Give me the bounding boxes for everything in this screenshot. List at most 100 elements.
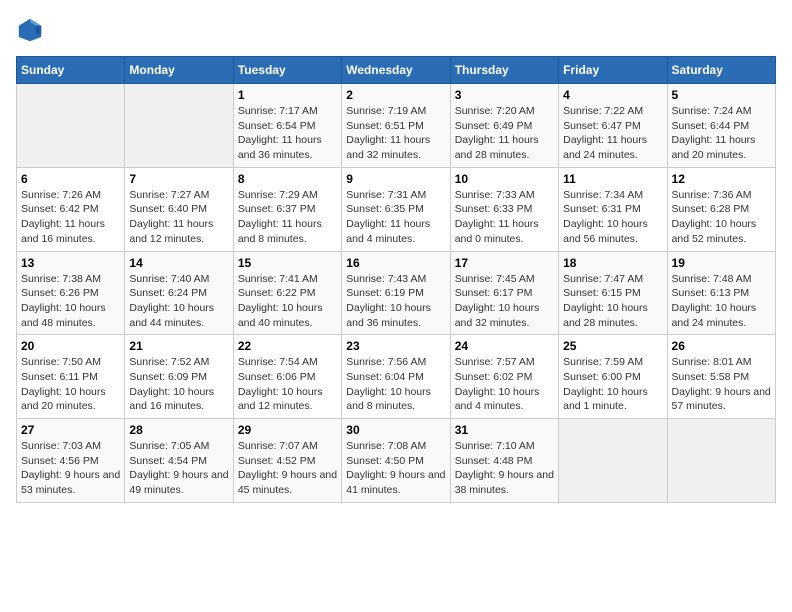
weekday-header-tuesday: Tuesday: [233, 57, 341, 84]
day-number: 11: [563, 172, 662, 186]
day-detail: Sunrise: 7:10 AMSunset: 4:48 PMDaylight:…: [455, 439, 554, 498]
calendar-cell: 18 Sunrise: 7:47 AMSunset: 6:15 PMDayligh…: [559, 251, 667, 335]
logo-icon: [16, 16, 44, 44]
calendar-cell: [17, 84, 125, 168]
day-number: 23: [346, 339, 445, 353]
calendar-cell: 11 Sunrise: 7:34 AMSunset: 6:31 PMDayligh…: [559, 167, 667, 251]
weekday-header-thursday: Thursday: [450, 57, 558, 84]
calendar-cell: 7 Sunrise: 7:27 AMSunset: 6:40 PMDaylight…: [125, 167, 233, 251]
day-detail: Sunrise: 7:56 AMSunset: 6:04 PMDaylight:…: [346, 355, 445, 414]
day-number: 14: [129, 256, 228, 270]
day-number: 2: [346, 88, 445, 102]
calendar-cell: 1Sunrise: 7:17 AMSunset: 6:54 PMDaylight…: [233, 84, 341, 168]
day-detail: Sunrise: 7:07 AMSunset: 4:52 PMDaylight:…: [238, 439, 337, 498]
day-detail: Sunrise: 7:54 AMSunset: 6:06 PMDaylight:…: [238, 355, 337, 414]
day-number: 17: [455, 256, 554, 270]
day-number: 25: [563, 339, 662, 353]
day-detail: Sunrise: 7:26 AMSunset: 6:42 PMDaylight:…: [21, 188, 120, 247]
day-number: 6: [21, 172, 120, 186]
day-number: 28: [129, 423, 228, 437]
day-detail: Sunrise: 7:57 AMSunset: 6:02 PMDaylight:…: [455, 355, 554, 414]
calendar-cell: 6 Sunrise: 7:26 AMSunset: 6:42 PMDaylight…: [17, 167, 125, 251]
weekday-header-friday: Friday: [559, 57, 667, 84]
day-number: 4: [563, 88, 662, 102]
calendar-cell: [125, 84, 233, 168]
calendar-cell: [559, 419, 667, 503]
calendar-week-4: 20Sunrise: 7:50 AMSunset: 6:11 PMDayligh…: [17, 335, 776, 419]
weekday-header-saturday: Saturday: [667, 57, 775, 84]
calendar-cell: 28Sunrise: 7:05 AMSunset: 4:54 PMDayligh…: [125, 419, 233, 503]
calendar-cell: 31 Sunrise: 7:10 AMSunset: 4:48 PMDayligh…: [450, 419, 558, 503]
calendar-cell: 5 Sunrise: 7:24 AMSunset: 6:44 PMDaylight…: [667, 84, 775, 168]
calendar-cell: 17 Sunrise: 7:45 AMSunset: 6:17 PMDayligh…: [450, 251, 558, 335]
day-number: 10: [455, 172, 554, 186]
calendar-cell: 2 Sunrise: 7:19 AMSunset: 6:51 PMDaylight…: [342, 84, 450, 168]
calendar-week-1: 1Sunrise: 7:17 AMSunset: 6:54 PMDaylight…: [17, 84, 776, 168]
day-detail: Sunrise: 7:22 AMSunset: 6:47 PMDaylight:…: [563, 104, 662, 163]
day-detail: Sunrise: 7:29 AMSunset: 6:37 PMDaylight:…: [238, 188, 337, 247]
day-number: 15: [238, 256, 337, 270]
day-detail: Sunrise: 7:20 AMSunset: 6:49 PMDaylight:…: [455, 104, 554, 163]
day-detail: Sunrise: 7:43 AMSunset: 6:19 PMDaylight:…: [346, 272, 445, 331]
day-number: 21: [129, 339, 228, 353]
calendar-cell: 15 Sunrise: 7:41 AMSunset: 6:22 PMDayligh…: [233, 251, 341, 335]
day-number: 16: [346, 256, 445, 270]
day-number: 22: [238, 339, 337, 353]
day-detail: Sunrise: 7:36 AMSunset: 6:28 PMDaylight:…: [672, 188, 771, 247]
day-detail: Sunrise: 8:01 AMSunset: 5:58 PMDaylight:…: [672, 355, 771, 414]
day-number: 31: [455, 423, 554, 437]
calendar-cell: 10 Sunrise: 7:33 AMSunset: 6:33 PMDayligh…: [450, 167, 558, 251]
day-detail: Sunrise: 7:50 AMSunset: 6:11 PMDaylight:…: [21, 355, 120, 414]
calendar-week-5: 27 Sunrise: 7:03 AMSunset: 4:56 PMDayligh…: [17, 419, 776, 503]
day-detail: Sunrise: 7:27 AMSunset: 6:40 PMDaylight:…: [129, 188, 228, 247]
day-number: 9: [346, 172, 445, 186]
calendar-cell: 30Sunrise: 7:08 AMSunset: 4:50 PMDayligh…: [342, 419, 450, 503]
day-number: 5: [672, 88, 771, 102]
day-detail: Sunrise: 7:03 AMSunset: 4:56 PMDaylight:…: [21, 439, 120, 498]
day-number: 3: [455, 88, 554, 102]
day-number: 1: [238, 88, 337, 102]
weekday-header-monday: Monday: [125, 57, 233, 84]
calendar-table: SundayMondayTuesdayWednesdayThursdayFrid…: [16, 56, 776, 503]
calendar-cell: 22 Sunrise: 7:54 AMSunset: 6:06 PMDayligh…: [233, 335, 341, 419]
day-number: 7: [129, 172, 228, 186]
day-number: 13: [21, 256, 120, 270]
calendar-cell: 21Sunrise: 7:52 AMSunset: 6:09 PMDayligh…: [125, 335, 233, 419]
calendar-cell: 12 Sunrise: 7:36 AMSunset: 6:28 PMDayligh…: [667, 167, 775, 251]
day-detail: Sunrise: 7:38 AMSunset: 6:26 PMDaylight:…: [21, 272, 120, 331]
day-number: 18: [563, 256, 662, 270]
calendar-cell: 23 Sunrise: 7:56 AMSunset: 6:04 PMDayligh…: [342, 335, 450, 419]
day-detail: Sunrise: 7:33 AMSunset: 6:33 PMDaylight:…: [455, 188, 554, 247]
day-number: 30: [346, 423, 445, 437]
day-detail: Sunrise: 7:19 AMSunset: 6:51 PMDaylight:…: [346, 104, 445, 163]
calendar-cell: 19 Sunrise: 7:48 AMSunset: 6:13 PMDayligh…: [667, 251, 775, 335]
calendar-cell: 3 Sunrise: 7:20 AMSunset: 6:49 PMDaylight…: [450, 84, 558, 168]
calendar-cell: 24 Sunrise: 7:57 AMSunset: 6:02 PMDayligh…: [450, 335, 558, 419]
calendar-cell: 8 Sunrise: 7:29 AMSunset: 6:37 PMDaylight…: [233, 167, 341, 251]
calendar-cell: 14 Sunrise: 7:40 AMSunset: 6:24 PMDayligh…: [125, 251, 233, 335]
day-number: 24: [455, 339, 554, 353]
calendar-cell: 29 Sunrise: 7:07 AMSunset: 4:52 PMDayligh…: [233, 419, 341, 503]
day-detail: Sunrise: 7:40 AMSunset: 6:24 PMDaylight:…: [129, 272, 228, 331]
day-detail: Sunrise: 7:48 AMSunset: 6:13 PMDaylight:…: [672, 272, 771, 331]
calendar-cell: 13 Sunrise: 7:38 AMSunset: 6:26 PMDayligh…: [17, 251, 125, 335]
calendar-cell: 4 Sunrise: 7:22 AMSunset: 6:47 PMDaylight…: [559, 84, 667, 168]
day-number: 12: [672, 172, 771, 186]
day-detail: Sunrise: 7:24 AMSunset: 6:44 PMDaylight:…: [672, 104, 771, 163]
weekday-header-wednesday: Wednesday: [342, 57, 450, 84]
day-number: 26: [672, 339, 771, 353]
logo: [16, 16, 48, 44]
day-number: 8: [238, 172, 337, 186]
day-number: 27: [21, 423, 120, 437]
calendar-week-3: 13 Sunrise: 7:38 AMSunset: 6:26 PMDayligh…: [17, 251, 776, 335]
calendar-cell: 9Sunrise: 7:31 AMSunset: 6:35 PMDaylight…: [342, 167, 450, 251]
calendar-cell: 20Sunrise: 7:50 AMSunset: 6:11 PMDayligh…: [17, 335, 125, 419]
day-detail: Sunrise: 7:45 AMSunset: 6:17 PMDaylight:…: [455, 272, 554, 331]
day-detail: Sunrise: 7:41 AMSunset: 6:22 PMDaylight:…: [238, 272, 337, 331]
day-detail: Sunrise: 7:47 AMSunset: 6:15 PMDaylight:…: [563, 272, 662, 331]
day-number: 29: [238, 423, 337, 437]
calendar-week-2: 6 Sunrise: 7:26 AMSunset: 6:42 PMDaylight…: [17, 167, 776, 251]
calendar-cell: 27 Sunrise: 7:03 AMSunset: 4:56 PMDayligh…: [17, 419, 125, 503]
day-number: 19: [672, 256, 771, 270]
day-detail: Sunrise: 7:34 AMSunset: 6:31 PMDaylight:…: [563, 188, 662, 247]
